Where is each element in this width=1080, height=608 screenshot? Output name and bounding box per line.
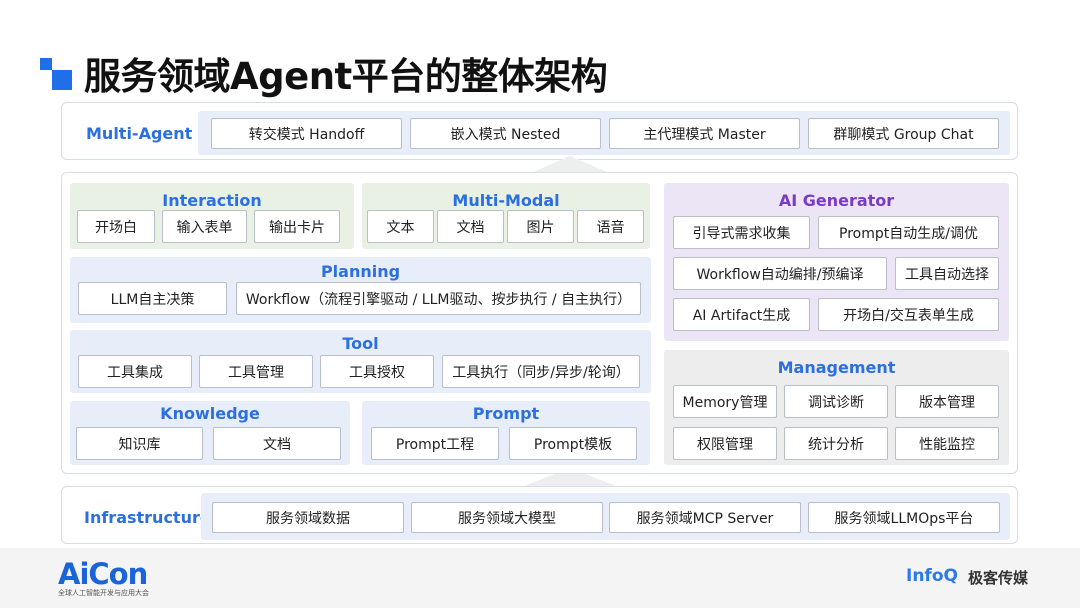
knowledge-item: 知识库: [76, 427, 203, 460]
infrastructure-item: 服务领域大模型: [411, 502, 603, 533]
page-title: 服务领域Agent平台的整体架构: [84, 55, 608, 98]
multi-agent-label: Multi-Agent: [86, 124, 193, 143]
multi-agent-item: 群聊模式 Group Chat: [808, 118, 999, 149]
interaction-item: 输入表单: [162, 210, 247, 243]
ai-generator-item: Workflow自动编排/预编译: [673, 257, 887, 290]
title-bullet-icon: [40, 58, 52, 70]
prompt-item: Prompt工程: [371, 427, 499, 460]
management-item: 版本管理: [895, 385, 999, 418]
knowledge-title: Knowledge: [160, 404, 260, 423]
planning-title: Planning: [320, 262, 401, 281]
tool-item: 工具授权: [320, 355, 434, 388]
multi-modal-item: 语音: [577, 210, 644, 243]
management-item: 权限管理: [673, 427, 777, 460]
multi-agent-item: 主代理模式 Master: [609, 118, 800, 149]
tool-item: 工具执行（同步/异步/轮询）: [442, 355, 640, 388]
infoq-logo: InfoQ: [906, 566, 958, 586]
planning-item: LLM自主决策: [78, 282, 227, 315]
planning-item: Workflow（流程引擎驱动 / LLM驱动、按步执行 / 自主执行）: [236, 282, 641, 315]
knowledge-item: 文档: [213, 427, 341, 460]
ai-generator-item: Prompt自动生成/调优: [818, 216, 999, 249]
multi-modal-item: 文档: [437, 210, 504, 243]
tool-item: 工具集成: [78, 355, 192, 388]
aicon-subtitle: 全球人工智能开发与应用大会: [58, 589, 149, 597]
infrastructure-item: 服务领域数据: [212, 502, 404, 533]
ai-generator-item: 引导式需求收集: [673, 216, 810, 249]
aicon-logo: AiCon: [58, 557, 148, 591]
ai-generator-item: 开场白/交互表单生成: [818, 298, 999, 331]
management-item: 统计分析: [784, 427, 888, 460]
multi-modal-title: Multi-Modal: [452, 191, 560, 210]
prompt-item: Prompt模板: [509, 427, 637, 460]
multi-modal-item: 文本: [367, 210, 434, 243]
tool-item: 工具管理: [199, 355, 313, 388]
interaction-title: Interaction: [162, 191, 262, 210]
management-item: 调试诊断: [784, 385, 888, 418]
management-item: 性能监控: [895, 427, 999, 460]
management-item: Memory管理: [673, 385, 777, 418]
multi-agent-item: 转交模式 Handoff: [211, 118, 402, 149]
infrastructure-item: 服务领域LLMOps平台: [808, 502, 1000, 533]
interaction-item: 输出卡片: [254, 210, 340, 243]
geekbang-logo: 极客传媒: [968, 569, 1029, 587]
tool-title: Tool: [342, 334, 379, 353]
ai-generator-item: 工具自动选择: [895, 257, 999, 290]
infrastructure-label: Infrastructure: [84, 508, 211, 527]
multi-agent-item: 嵌入模式 Nested: [410, 118, 601, 149]
infrastructure-item: 服务领域MCP Server: [609, 502, 801, 533]
management-title: Management: [777, 358, 896, 377]
ai-generator-title: AI Generator: [778, 191, 895, 210]
interaction-item: 开场白: [77, 210, 155, 243]
multi-modal-item: 图片: [507, 210, 574, 243]
prompt-title: Prompt: [472, 404, 540, 423]
ai-generator-item: AI Artifact生成: [673, 298, 810, 331]
title-bullet-icon: [52, 70, 72, 90]
